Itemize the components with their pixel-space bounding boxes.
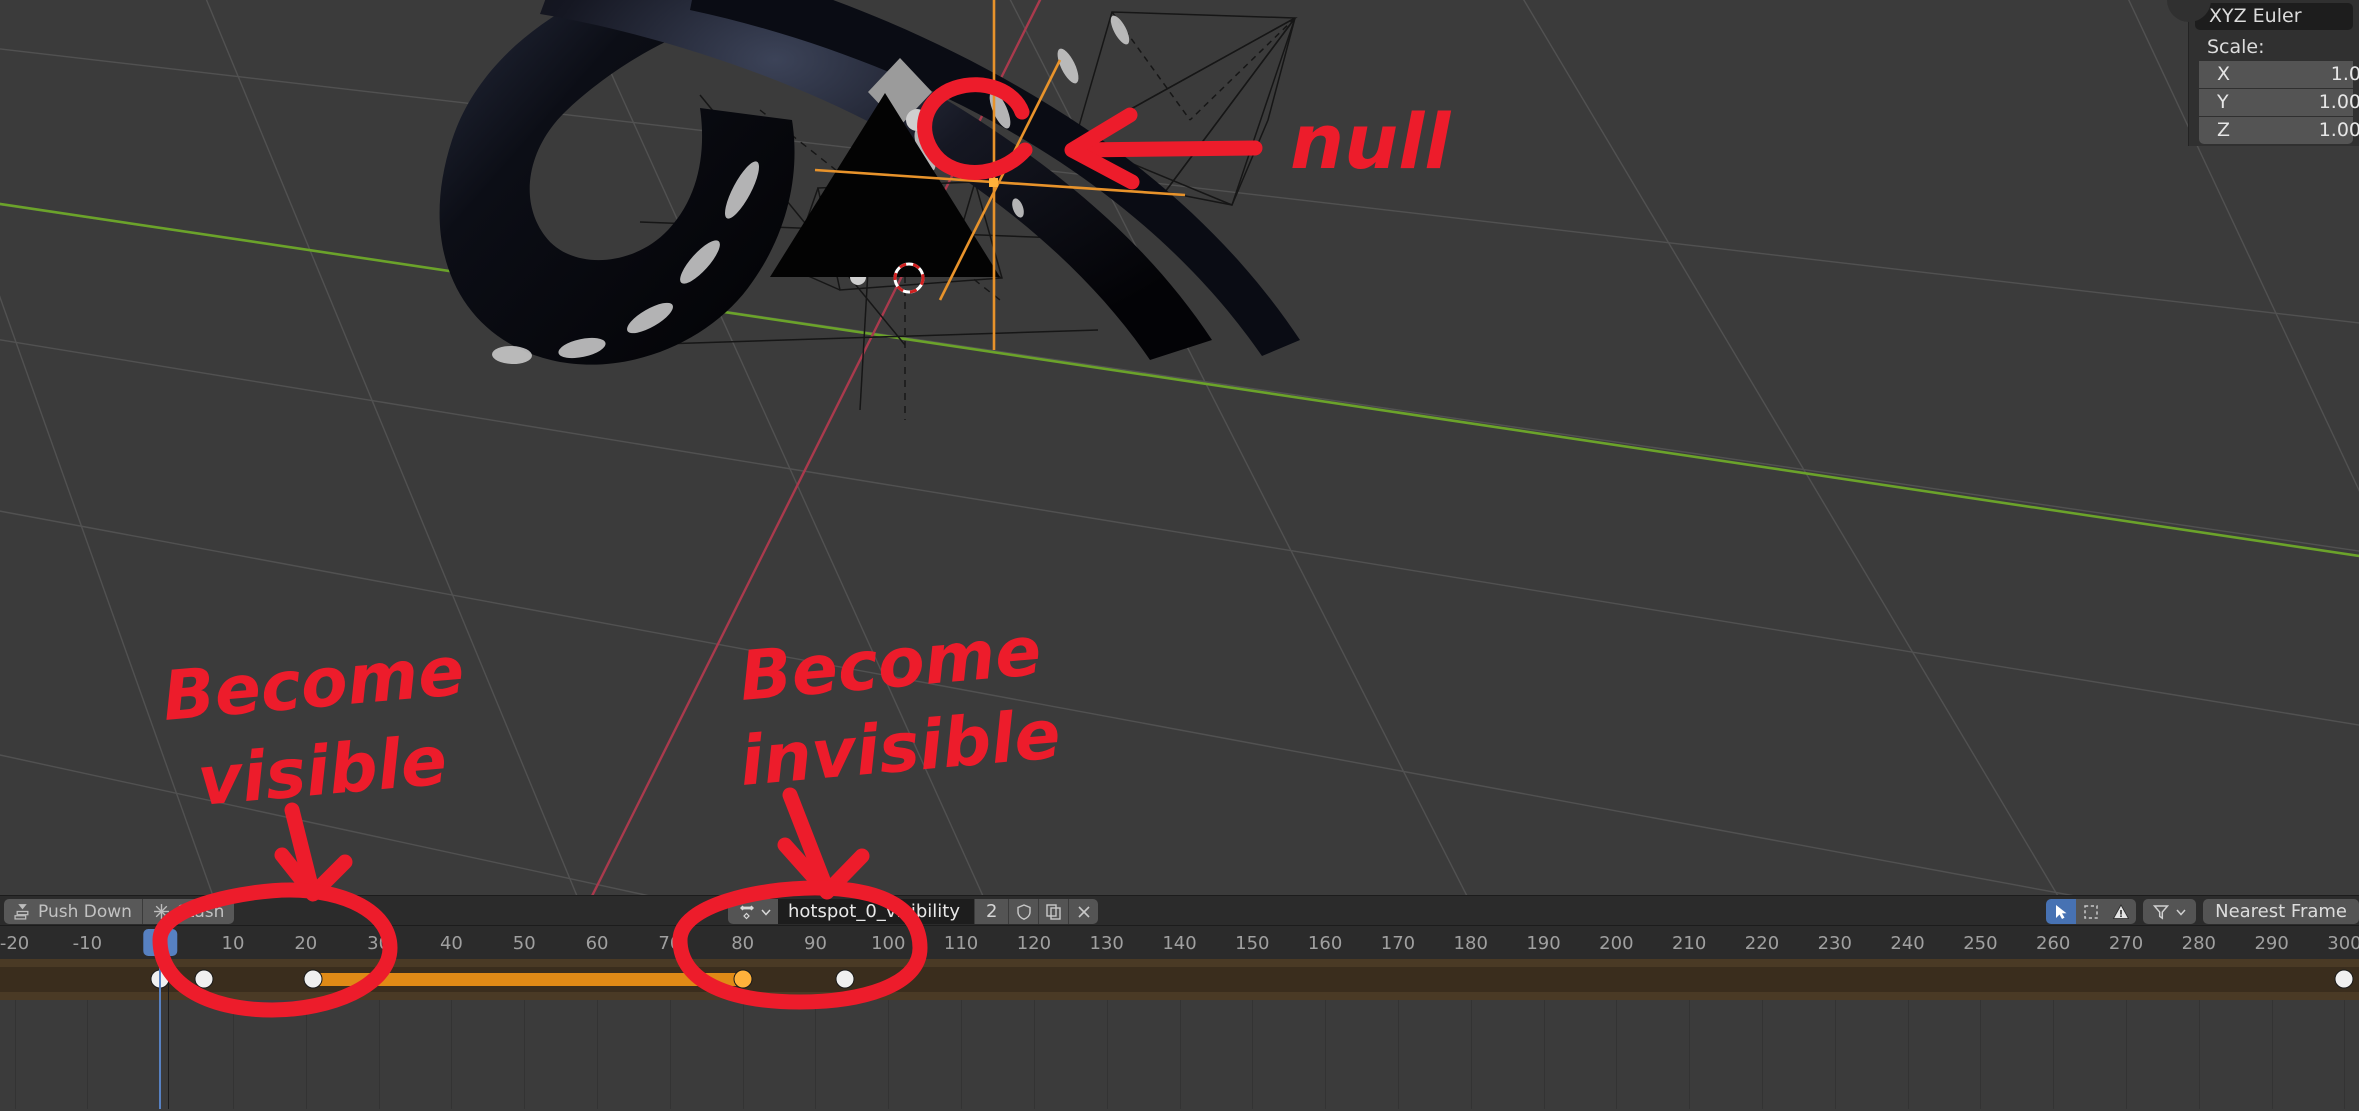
dope-sheet-header[interactable]: Push Down Stash hotspot_0_visibility 2 N… [0, 895, 2359, 926]
ruler-tick-label: 260 [2036, 933, 2071, 954]
ruler-tick-label: 300 [2327, 933, 2359, 954]
chevron-down-icon [2176, 909, 2186, 916]
copy-icon [1046, 903, 1061, 920]
scale-x-label: X [2217, 63, 2231, 85]
scale-x-value: 1.0 [2330, 63, 2359, 85]
scale-y-value: 1.00 [2318, 91, 2359, 113]
duplicate-action-button[interactable] [1038, 899, 1069, 924]
ruler-tick-label: 210 [1671, 933, 1707, 954]
action-users-count[interactable]: 2 [973, 899, 1009, 924]
keyframe-marker[interactable] [194, 969, 214, 989]
unlink-action-button[interactable] [1068, 899, 1099, 924]
scale-z-value: 1.00 [2318, 119, 2359, 141]
ruler-tick-label: 120 [1016, 933, 1052, 954]
chevron-down-icon [761, 909, 771, 916]
sphere-helper [906, 109, 928, 131]
ruler-tick-label: -10 [72, 933, 103, 954]
ruler-tick-label: 150 [1235, 933, 1270, 954]
frame-zero-line [168, 959, 170, 1109]
funnel-icon [2153, 904, 2170, 920]
scale-x-field[interactable]: X 1.0 [2199, 61, 2359, 88]
ruler-tick-label: 30 [367, 933, 391, 954]
ruler-tick-label: 60 [585, 933, 609, 954]
channel-row-hotspot-visibility[interactable] [0, 959, 2359, 1000]
scale-z-label: Z [2217, 119, 2231, 141]
action-name-field[interactable]: hotspot_0_visibility [778, 899, 974, 924]
ruler-tick-label: 80 [731, 933, 755, 954]
scale-z-field[interactable]: Z 1.00 [2199, 117, 2359, 144]
cursor-select-toggle[interactable] [2046, 899, 2077, 924]
box-select-toggle[interactable] [2076, 899, 2107, 924]
dope-sheet-channel-area[interactable] [0, 959, 2359, 1109]
fake-user-button[interactable] [1008, 899, 1039, 924]
dope-sheet-editor[interactable]: Push Down Stash hotspot_0_visibility 2 N… [0, 895, 2359, 1111]
viewport-canvas [0, 0, 2359, 895]
ruler-tick-label: 100 [871, 933, 906, 954]
ruler-tick-label: 50 [512, 933, 536, 954]
ruler-tick-label: 200 [1599, 933, 1634, 954]
only-show-errors-toggle[interactable] [2106, 899, 2137, 924]
keyframe-marker[interactable] [733, 969, 753, 989]
empty-null-origin [989, 178, 998, 187]
action-datablock-widget[interactable]: hotspot_0_visibility 2 [728, 899, 1099, 924]
ruler-tick-label: 280 [2181, 933, 2216, 954]
properties-panel[interactable]: XYZ Euler Scale: X 1.0 Y 1.00 Z 1.00 [2167, 0, 2359, 146]
ruler-tick-label: 180 [1453, 933, 1488, 954]
keyframe-marker[interactable] [835, 969, 855, 989]
scale-section-label: Scale: [2207, 36, 2265, 58]
snowflake-icon [154, 904, 169, 919]
snapping-mode-dropdown[interactable]: Nearest Frame [2203, 899, 2359, 924]
ruler-tick-label: 220 [1744, 933, 1780, 954]
box-select-icon [2084, 904, 2098, 919]
stash-label: Stash [176, 901, 225, 922]
rotation-mode-dropdown[interactable]: XYZ Euler [2195, 3, 2353, 30]
only-show-errors-icon [2112, 903, 2130, 919]
keyframe-hold-bar [313, 973, 743, 986]
ruler-tick-label: 240 [1890, 933, 1925, 954]
header-right-cluster: Nearest Frame [2046, 899, 2359, 924]
ruler-tick-label: 140 [1162, 933, 1197, 954]
push-down-button[interactable]: Push Down [4, 899, 142, 924]
ruler-tick-label: 270 [2108, 933, 2144, 954]
action-browse-button[interactable] [728, 899, 778, 924]
ruler-tick-label: 160 [1307, 933, 1343, 954]
timeline-ruler[interactable]: -20 -10 10 20 30 40 50 60 70 80 90 100 110 120 130 140 1… [0, 926, 2359, 959]
cursor-select-icon [2056, 904, 2067, 919]
close-icon [1078, 905, 1090, 918]
scale-y-label: Y [2217, 91, 2229, 113]
ruler-tick-label: 40 [439, 933, 463, 954]
filter-dropdown[interactable] [2143, 899, 2197, 924]
3d-viewport[interactable]: XYZ Euler Scale: X 1.0 Y 1.00 Z 1.00 [0, 0, 2359, 895]
action-browse-icon [740, 905, 754, 919]
ruler-tick-label: -20 [0, 933, 30, 954]
ruler-tick-label: 110 [943, 933, 979, 954]
blender-window: XYZ Euler Scale: X 1.0 Y 1.00 Z 1.00 Pus… [0, 0, 2359, 1111]
push-down-label: Push Down [38, 901, 132, 922]
nla-pushdown-icon [14, 904, 29, 920]
scale-y-field[interactable]: Y 1.00 [2199, 89, 2359, 116]
ruler-tick-label: 290 [2254, 933, 2289, 954]
ruler-tick-label: 20 [294, 933, 318, 954]
ruler-tick-label: 10 [221, 933, 245, 954]
viewport-grid [0, 0, 2359, 895]
playhead-frame-badge[interactable]: 0 [143, 929, 177, 956]
nla-action-buttons: Push Down Stash [4, 899, 235, 924]
ruler-tick-label: 130 [1089, 933, 1124, 954]
shield-icon [1017, 903, 1031, 920]
stash-button[interactable]: Stash [141, 899, 235, 924]
ruler-tick-label: 230 [1817, 933, 1852, 954]
ruler-tick-label: 250 [1963, 933, 1998, 954]
keyframe-marker[interactable] [2334, 969, 2354, 989]
ruler-tick-label: 90 [804, 933, 827, 954]
playhead-line[interactable] [159, 959, 162, 1109]
ruler-tick-label: 170 [1380, 933, 1416, 954]
ruler-tick-label: 70 [658, 933, 682, 954]
ruler-tick-label: 190 [1526, 933, 1561, 954]
keyframe-marker[interactable] [303, 969, 323, 989]
